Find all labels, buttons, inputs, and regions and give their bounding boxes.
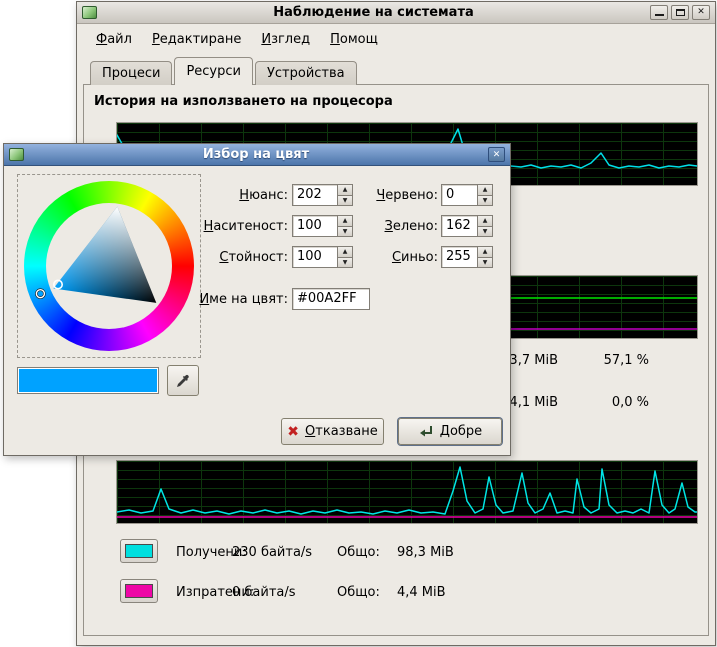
memory-percent: 57,1 % bbox=[579, 353, 649, 368]
color-preview-frame bbox=[17, 367, 159, 394]
blue-input[interactable]: 255 bbox=[441, 246, 478, 268]
tab-resources[interactable]: Ресурси bbox=[174, 57, 253, 85]
red-spinner: ▲ ▼ bbox=[478, 184, 493, 206]
swap-percent: 0,0 % bbox=[579, 395, 649, 410]
tab-devices[interactable]: Устройства bbox=[255, 61, 357, 85]
green-spinner: ▲ ▼ bbox=[478, 215, 493, 237]
dialog-close-button[interactable]: ✕ bbox=[488, 147, 505, 162]
tab-processes[interactable]: Процеси bbox=[90, 61, 172, 85]
app-icon bbox=[82, 6, 97, 19]
ok-button[interactable]: Добре bbox=[398, 418, 502, 445]
maximize-button[interactable] bbox=[671, 5, 689, 20]
main-titlebar[interactable]: Наблюдение на системата ✕ bbox=[77, 2, 715, 24]
value-input[interactable]: 100 bbox=[292, 246, 338, 268]
menu-help[interactable]: Помощ bbox=[320, 28, 388, 51]
color-name-input[interactable]: #00A2FF bbox=[292, 288, 370, 310]
green-spin-down-icon[interactable]: ▼ bbox=[478, 226, 493, 238]
dialog-titlebar[interactable]: Избор на цвят ✕ bbox=[4, 144, 510, 166]
ok-icon bbox=[418, 425, 434, 439]
dialog-title: Избор на цвят bbox=[29, 147, 483, 162]
dialog-controls: ✕ bbox=[488, 147, 505, 162]
received-total-label: Общо: bbox=[337, 545, 380, 560]
close-icon: ✕ bbox=[697, 8, 705, 17]
received-total: 98,3 MiB bbox=[397, 545, 454, 560]
blue-spin-down-icon[interactable]: ▼ bbox=[478, 257, 493, 269]
notebook-tabs: Процеси Ресурси Устройства bbox=[90, 58, 359, 85]
window-title: Наблюдение на системата bbox=[102, 5, 645, 20]
hue-input[interactable]: 202 bbox=[292, 184, 338, 206]
saturation-spinner: ▲ ▼ bbox=[338, 215, 353, 237]
desktop: Наблюдение на системата ✕ Файл Редактира… bbox=[0, 0, 717, 647]
eyedropper-button[interactable] bbox=[167, 365, 199, 396]
red-spin-up-icon[interactable]: ▲ bbox=[478, 184, 493, 195]
sent-total: 4,4 MiB bbox=[397, 585, 446, 600]
blue-spin-up-icon[interactable]: ▲ bbox=[478, 246, 493, 257]
cpu-history-heading: История на използването на процесора bbox=[94, 94, 393, 109]
sent-total-label: Общо: bbox=[337, 585, 380, 600]
saturation-spin-down-icon[interactable]: ▼ bbox=[338, 226, 353, 238]
color-picker-dialog: Избор на цвят ✕ bbox=[3, 143, 511, 456]
eyedropper-icon bbox=[174, 372, 192, 390]
window-controls: ✕ bbox=[650, 5, 710, 20]
hue-spin-up-icon[interactable]: ▲ bbox=[338, 184, 353, 195]
received-swatch-fill bbox=[125, 544, 153, 558]
saturation-spin-up-icon[interactable]: ▲ bbox=[338, 215, 353, 226]
blue-label: Синьо: bbox=[358, 250, 438, 265]
net-received-line bbox=[117, 467, 697, 514]
received-color-button[interactable] bbox=[120, 539, 158, 563]
close-button[interactable]: ✕ bbox=[692, 5, 710, 20]
minimize-icon bbox=[655, 14, 664, 16]
red-spin-down-icon[interactable]: ▼ bbox=[478, 195, 493, 207]
cancel-button[interactable]: ✖ Отказване bbox=[281, 418, 384, 445]
hue-spinner: ▲ ▼ bbox=[338, 184, 353, 206]
saturation-label: Наситеност: bbox=[158, 219, 288, 234]
ok-label: Добре bbox=[440, 424, 482, 439]
green-label: Зелено: bbox=[358, 219, 438, 234]
value-spinner: ▲ ▼ bbox=[338, 246, 353, 268]
dialog-content: Нюанс: 202 ▲ ▼ Наситеност: 100 ▲ ▼ Стойн… bbox=[4, 166, 510, 455]
red-label: Червено: bbox=[358, 188, 438, 203]
menu-edit[interactable]: Редактиране bbox=[142, 28, 251, 51]
maximize-icon bbox=[676, 9, 685, 16]
sent-swatch-fill bbox=[125, 584, 153, 598]
sent-color-button[interactable] bbox=[120, 579, 158, 603]
minimize-button[interactable] bbox=[650, 5, 668, 20]
hue-label: Нюанс: bbox=[158, 188, 288, 203]
dialog-close-icon: ✕ bbox=[493, 150, 501, 160]
value-spin-up-icon[interactable]: ▲ bbox=[338, 246, 353, 257]
green-input[interactable]: 162 bbox=[441, 215, 478, 237]
saturation-input[interactable]: 100 bbox=[292, 215, 338, 237]
color-preview bbox=[19, 369, 157, 392]
blue-spinner: ▲ ▼ bbox=[478, 246, 493, 268]
value-label: Стойност: bbox=[158, 250, 288, 265]
red-input[interactable]: 0 bbox=[441, 184, 478, 206]
received-rate: 230 байта/s bbox=[232, 545, 312, 560]
green-spin-up-icon[interactable]: ▲ bbox=[478, 215, 493, 226]
menubar: Файл Редактиране Изглед Помощ bbox=[86, 28, 388, 51]
menu-file[interactable]: Файл bbox=[86, 28, 142, 51]
value-spin-down-icon[interactable]: ▼ bbox=[338, 257, 353, 269]
sent-rate: 0 байта/s bbox=[232, 585, 296, 600]
color-name-label: Име на цвят: bbox=[158, 292, 288, 307]
dialog-icon bbox=[9, 148, 24, 161]
cancel-icon: ✖ bbox=[287, 425, 299, 439]
cancel-label: Отказване bbox=[305, 424, 378, 439]
hsv-triangle[interactable] bbox=[24, 181, 194, 351]
network-history-chart bbox=[116, 460, 698, 524]
menu-view[interactable]: Изглед bbox=[251, 28, 320, 51]
hue-spin-down-icon[interactable]: ▼ bbox=[338, 195, 353, 207]
